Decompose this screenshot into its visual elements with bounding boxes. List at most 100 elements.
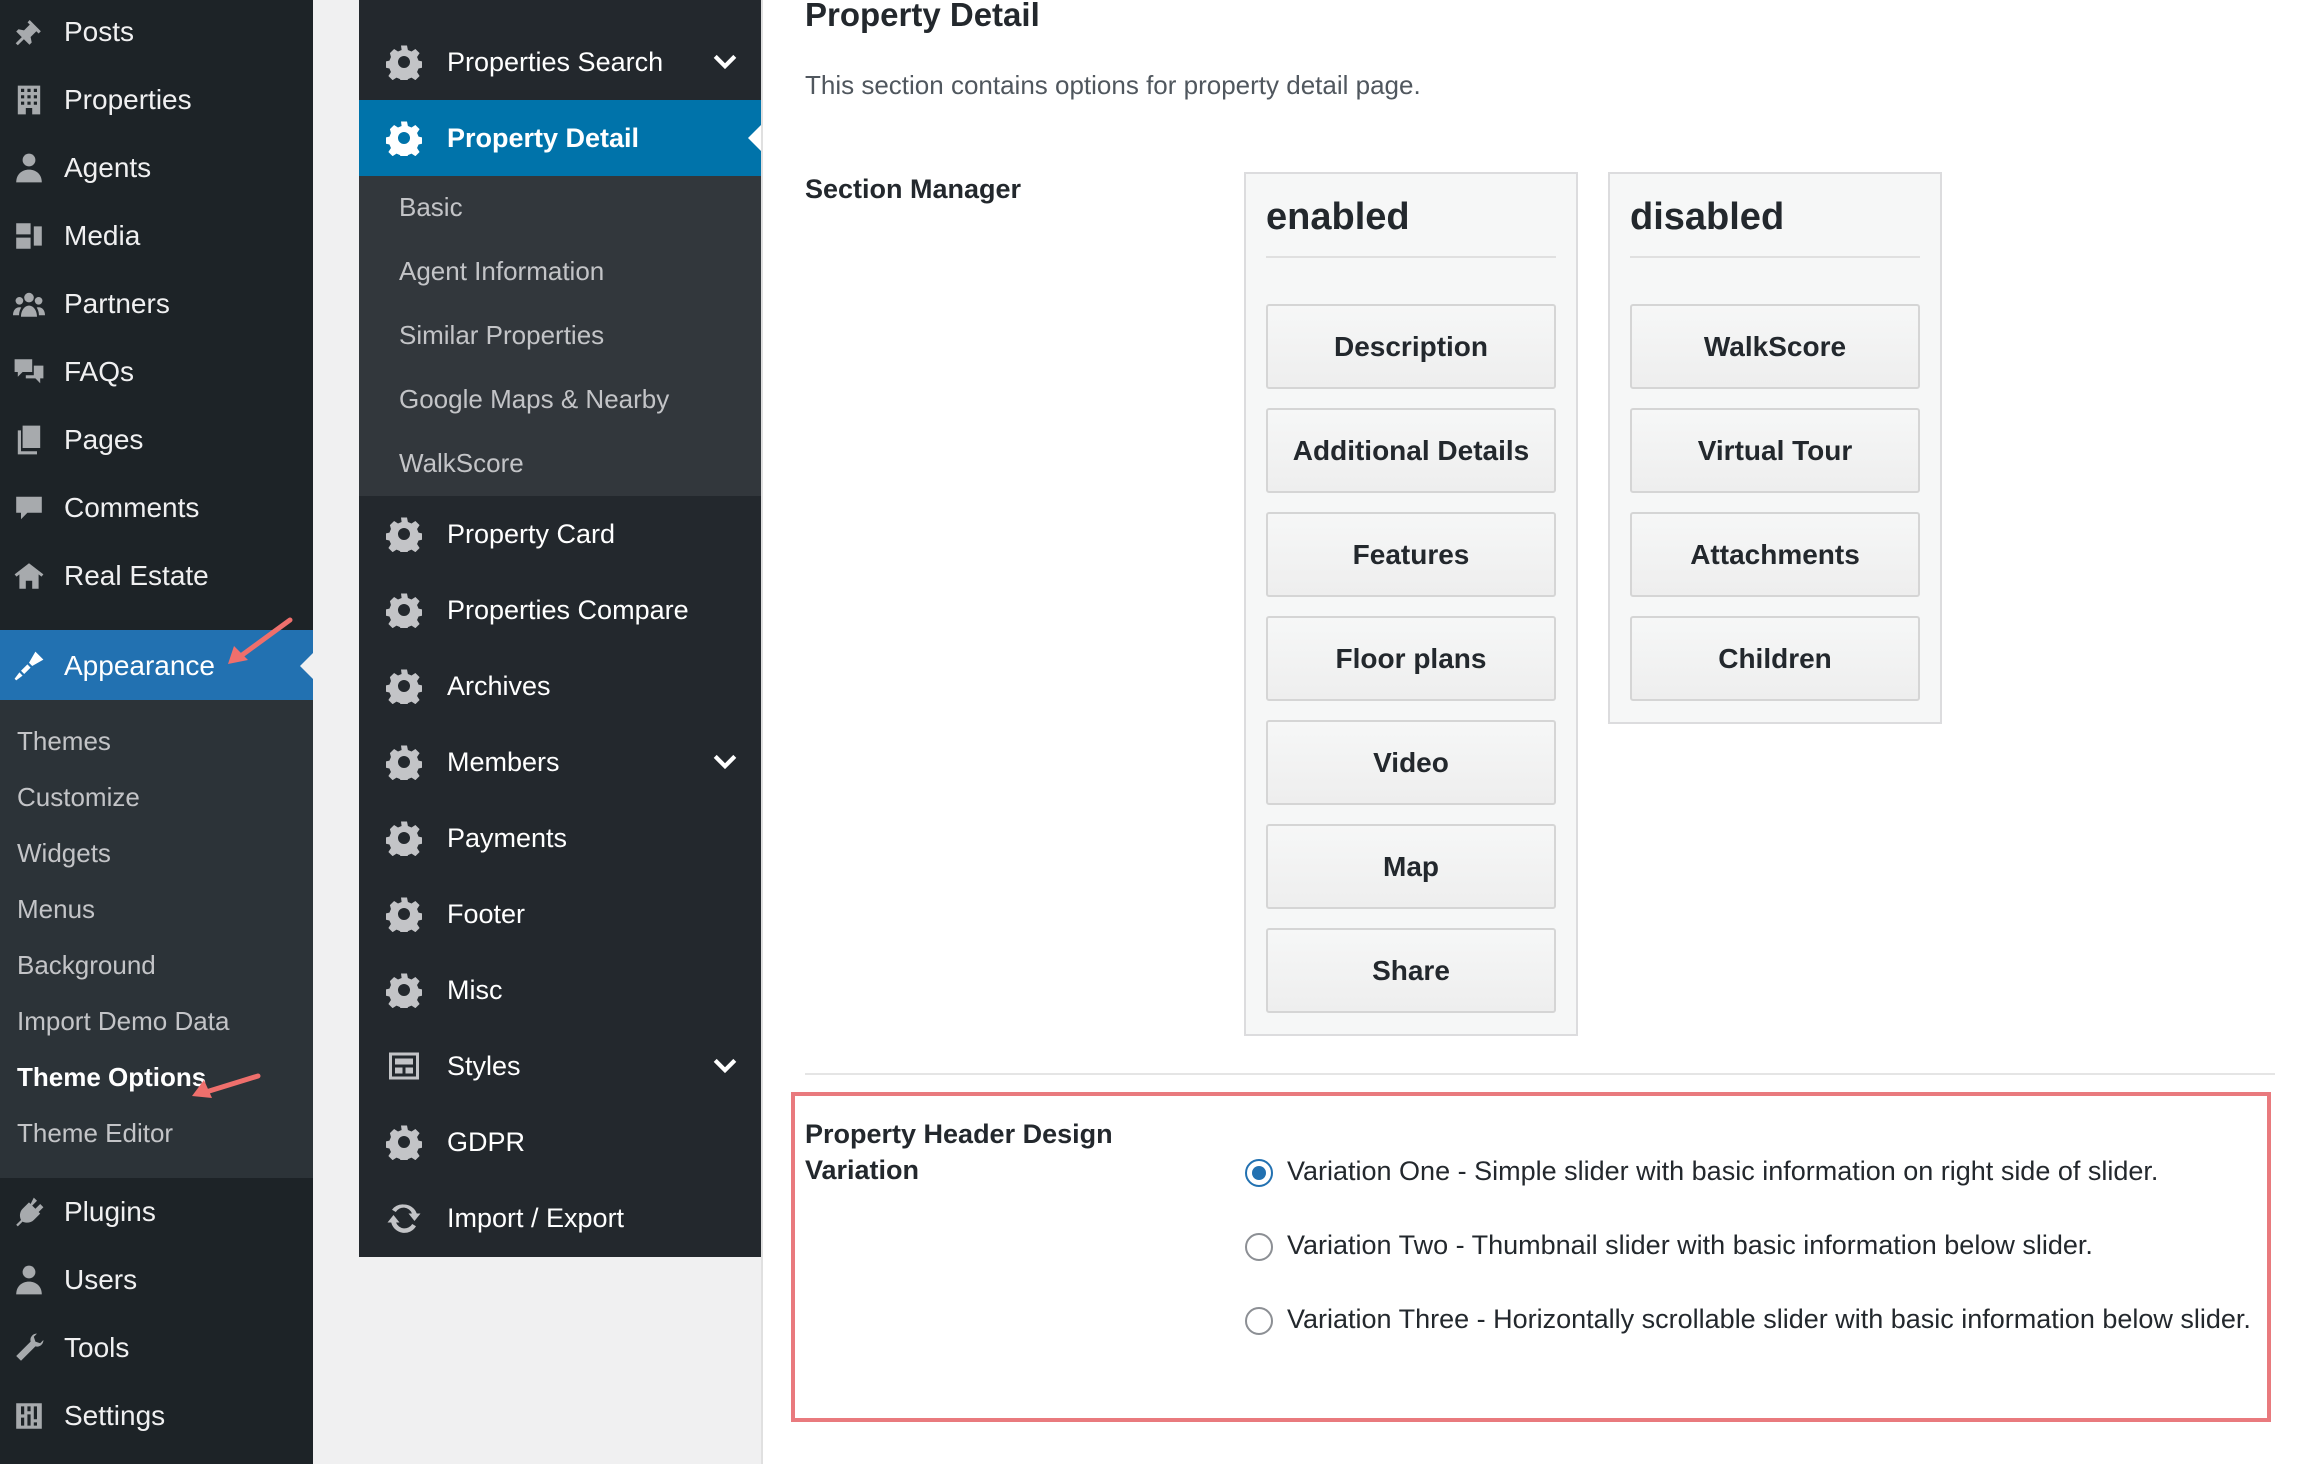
red-arrow-annotation (192, 1073, 261, 1098)
nav-property-card[interactable]: Property Card (359, 496, 761, 572)
disabled-heading: disabled (1630, 196, 1785, 238)
section-block-features[interactable]: Features (1266, 512, 1556, 597)
subnav-walkscore[interactable]: WalkScore (399, 448, 524, 479)
disabled-sections-column: disabled WalkScore Virtual Tour Attachme… (1608, 172, 1942, 724)
nav-payments[interactable]: Payments (359, 800, 761, 876)
menu-label: FAQs (64, 356, 135, 387)
menu-label: Users (64, 1264, 138, 1295)
menu-item-plugins[interactable]: Plugins (0, 1178, 313, 1246)
nav-misc[interactable]: Misc (359, 952, 761, 1028)
chevron-down-icon[interactable] (711, 1052, 739, 1080)
menu-label: Real Estate (64, 560, 209, 591)
gear-icon (385, 119, 423, 157)
menu-item-faqs[interactable]: FAQs (0, 338, 313, 406)
gear-icon (385, 667, 423, 705)
subnav-basic[interactable]: Basic (399, 192, 463, 223)
menu-item-agents[interactable]: Agents (0, 134, 313, 202)
submenu-menus[interactable]: Menus (17, 894, 95, 925)
section-block-virtual-tour[interactable]: Virtual Tour (1630, 408, 1920, 493)
gear-icon (385, 591, 423, 629)
submenu-background[interactable]: Background (17, 950, 156, 981)
radio-button-checked[interactable] (1245, 1159, 1273, 1187)
menu-item-pages[interactable]: Pages (0, 406, 313, 474)
wrench-icon (12, 1331, 46, 1365)
section-divider (805, 1073, 2275, 1075)
section-block-floor-plans[interactable]: Floor plans (1266, 616, 1556, 701)
section-block-share[interactable]: Share (1266, 928, 1556, 1013)
nav-members[interactable]: Members (359, 724, 761, 800)
main-content: Property Detail This section contains op… (761, 0, 2307, 1464)
person-icon (12, 151, 46, 185)
menu-item-partners[interactable]: Partners (0, 270, 313, 338)
menu-item-properties[interactable]: Properties (0, 66, 313, 134)
section-manager-label: Section Manager (805, 174, 1022, 204)
nav-archives[interactable]: Archives (359, 648, 761, 724)
menu-item-media[interactable]: Media (0, 202, 313, 270)
section-block-attachments[interactable]: Attachments (1630, 512, 1920, 597)
menu-item-real-estate[interactable]: Real Estate (0, 542, 313, 610)
nav-properties-compare[interactable]: Properties Compare (359, 572, 761, 648)
groups-icon (12, 287, 46, 321)
nav-import-export[interactable]: Import / Export (359, 1180, 761, 1256)
nav-label: Properties Compare (447, 594, 689, 625)
nav-label: Misc (447, 974, 503, 1005)
menu-label: Properties (64, 84, 192, 115)
comment-icon (12, 491, 46, 525)
section-block-video[interactable]: Video (1266, 720, 1556, 805)
chevron-down-icon[interactable] (711, 48, 739, 76)
radio-button[interactable] (1245, 1307, 1273, 1335)
nav-label: Archives (447, 670, 551, 701)
variation-option-two[interactable]: Variation Two - Thumbnail slider with ba… (1245, 1226, 2255, 1264)
menu-label: Partners (64, 288, 170, 319)
nav-gdpr[interactable]: GDPR (359, 1104, 761, 1180)
menu-item-settings[interactable]: Settings (0, 1382, 313, 1450)
nav-label: Import / Export (447, 1202, 625, 1233)
menu-label: Pages (64, 424, 144, 455)
theme-options-nav: Properties Search Property Detail Basic … (359, 0, 761, 1257)
nav-properties-search[interactable]: Properties Search (359, 24, 761, 100)
subnav-agent-information[interactable]: Agent Information (399, 256, 604, 287)
submenu-import-demo-data[interactable]: Import Demo Data (17, 1006, 229, 1037)
menu-item-tools[interactable]: Tools (0, 1314, 313, 1382)
nav-label: Property Card (447, 518, 616, 549)
menu-label: Agents (64, 152, 152, 183)
menu-label: Settings (64, 1400, 166, 1431)
nav-label: Properties Search (447, 46, 664, 77)
gear-icon (385, 43, 423, 81)
nav-label: Payments (447, 822, 568, 853)
subnav-similar-properties[interactable]: Similar Properties (399, 320, 604, 351)
building-icon (12, 83, 46, 117)
comments-icon (12, 355, 46, 389)
gear-icon (385, 743, 423, 781)
menu-item-users[interactable]: Users (0, 1246, 313, 1314)
user-icon (12, 1263, 46, 1297)
menu-label: Tools (64, 1332, 130, 1363)
section-block-map[interactable]: Map (1266, 824, 1556, 909)
enabled-sections-column: enabled Description Additional Details F… (1244, 172, 1578, 1036)
nav-label: Members (447, 746, 560, 777)
nav-property-detail[interactable]: Property Detail (359, 100, 761, 176)
section-block-walkscore[interactable]: WalkScore (1630, 304, 1920, 389)
pin-icon (12, 15, 46, 49)
radio-button[interactable] (1245, 1233, 1273, 1261)
submenu-themes[interactable]: Themes (17, 726, 111, 757)
section-block-additional-details[interactable]: Additional Details (1266, 408, 1556, 493)
section-block-description[interactable]: Description (1266, 304, 1556, 389)
section-block-children[interactable]: Children (1630, 616, 1920, 701)
submenu-theme-editor[interactable]: Theme Editor (17, 1118, 173, 1149)
subnav-google-maps-nearby[interactable]: Google Maps & Nearby (399, 384, 669, 415)
variation-option-one[interactable]: Variation One - Simple slider with basic… (1245, 1152, 2255, 1190)
nav-label: Footer (447, 898, 526, 929)
chevron-down-icon[interactable] (711, 748, 739, 776)
menu-item-posts[interactable]: Posts (0, 0, 313, 66)
variation-option-three[interactable]: Variation Three - Horizontally scrollabl… (1245, 1300, 2255, 1338)
menu-label: Media (64, 220, 141, 251)
gear-icon (385, 819, 423, 857)
menu-item-comments[interactable]: Comments (0, 474, 313, 542)
submenu-customize[interactable]: Customize (17, 782, 140, 813)
gear-icon (385, 895, 423, 933)
nav-styles[interactable]: Styles (359, 1028, 761, 1104)
submenu-widgets[interactable]: Widgets (17, 838, 111, 869)
nav-footer[interactable]: Footer (359, 876, 761, 952)
submenu-theme-options[interactable]: Theme Options (17, 1062, 206, 1093)
